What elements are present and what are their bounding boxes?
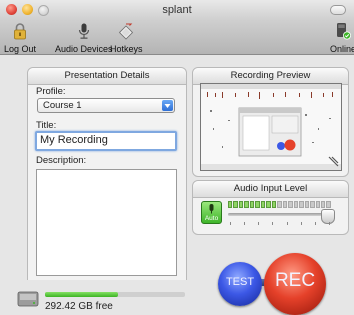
meter-segment (260, 201, 266, 208)
toolbar-toggle-button[interactable] (330, 5, 346, 15)
meter-segment (315, 201, 320, 208)
input-level-slider-knob[interactable] (320, 209, 335, 224)
auto-level-button[interactable]: Auto (201, 201, 222, 224)
microphone-icon (78, 23, 89, 39)
slider-tick (244, 222, 246, 225)
audio-level-meter (228, 201, 331, 208)
meter-segment (271, 201, 277, 208)
online-status-icon (337, 23, 351, 40)
hotkeys-label: Hotkeys (110, 44, 143, 54)
meter-segment (244, 201, 249, 208)
toolbar: Log Out Audio Devices Hotkeys Online (0, 20, 354, 55)
slider-tick (300, 222, 302, 225)
slider-tick (286, 222, 288, 225)
meter-segment (299, 201, 304, 208)
meter-segment (238, 201, 244, 208)
auto-label: Auto (204, 215, 219, 222)
record-label: REC (274, 270, 316, 291)
slider-tick (329, 222, 330, 225)
disk-usage-fill (45, 292, 118, 297)
meter-segment (277, 201, 282, 208)
title-label: Title: (36, 120, 57, 131)
test-label: TEST (225, 276, 255, 288)
description-textarea[interactable] (36, 169, 177, 276)
audio-devices-label: Audio Devices (55, 44, 113, 54)
log-out-button[interactable]: Log Out (4, 22, 36, 54)
recording-preview-image (200, 83, 342, 171)
meter-segment (320, 201, 326, 208)
meter-segment (304, 201, 310, 208)
hotkey-icon (119, 23, 134, 40)
meter-segment (282, 201, 288, 208)
microphone-icon (209, 204, 214, 214)
meter-segment (228, 201, 233, 208)
profile-select[interactable]: Course 1 (37, 98, 175, 113)
hard-drive-icon (17, 291, 39, 307)
hotkeys-button[interactable]: Hotkeys (110, 22, 143, 54)
audio-input-level-header: Audio Input Level (193, 181, 348, 198)
profile-label: Profile: (36, 86, 66, 97)
slider-tick (272, 222, 274, 225)
title-input-value: My Recording (40, 134, 108, 146)
meter-segment (326, 201, 331, 208)
presentation-details-header: Presentation Details (28, 68, 186, 85)
title-bar: splant (0, 0, 354, 20)
online-label: Online (330, 44, 354, 54)
window-title: splant (162, 4, 192, 16)
slider-tick (258, 222, 260, 225)
meter-segment (255, 201, 260, 208)
meter-segment (288, 201, 293, 208)
description-label: Description: (36, 155, 87, 166)
input-level-slider[interactable] (228, 213, 331, 216)
disk-usage-bar (45, 292, 185, 297)
online-status[interactable]: Online (330, 22, 354, 54)
title-input[interactable]: My Recording (35, 131, 177, 151)
slider-tick (314, 222, 316, 225)
meter-segment (310, 201, 315, 208)
record-button[interactable]: REC (264, 253, 326, 315)
test-button[interactable]: TEST (218, 262, 262, 306)
lock-icon (14, 23, 26, 40)
meter-segment (293, 201, 299, 208)
log-out-label: Log Out (4, 44, 37, 54)
slider-tick (230, 222, 231, 225)
audio-devices-button[interactable]: Audio Devices (55, 22, 113, 54)
disk-free-text: 292.42 GB free (45, 301, 113, 312)
meter-segment (233, 201, 238, 208)
meter-segment (266, 201, 271, 208)
profile-value: Course 1 (43, 100, 82, 111)
dropdown-arrow-icon (162, 100, 173, 111)
splant-window: splant Log Out Audio Devices Hotkeys Onl… (0, 0, 354, 315)
desktop-preview-thumbnail (201, 84, 341, 170)
meter-segment (249, 201, 255, 208)
